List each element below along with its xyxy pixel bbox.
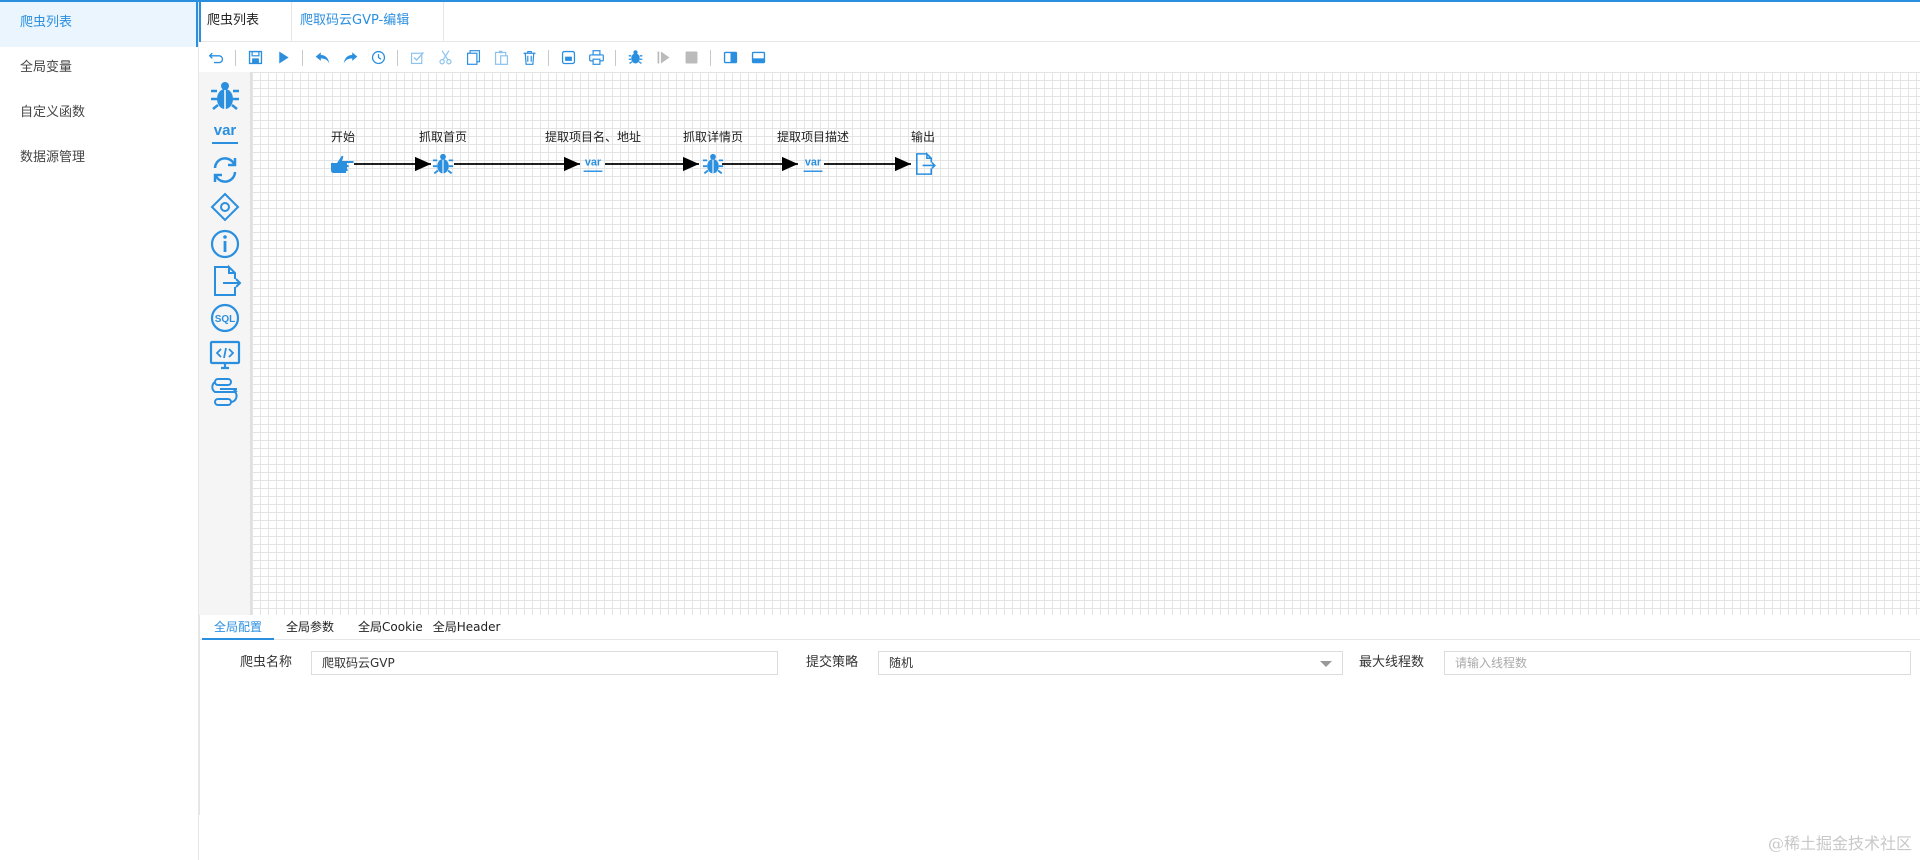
- sidebar-item-custom-functions[interactable]: 自定义函数: [0, 92, 198, 137]
- toolbar-separator: [548, 49, 549, 66]
- tab-global-header[interactable]: 全局Header: [427, 615, 513, 640]
- code-icon[interactable]: [207, 337, 243, 373]
- tab-global-config[interactable]: 全局配置: [202, 615, 275, 640]
- spider-name-label: 爬虫名称: [240, 655, 293, 670]
- sidebar-item-spider-list[interactable]: 爬虫列表: [0, 2, 198, 47]
- var-icon[interactable]: var: [207, 115, 243, 151]
- start-hand-icon[interactable]: [329, 151, 355, 177]
- watermark: @稀土掘金技术社区: [1767, 834, 1912, 853]
- cut-icon[interactable]: [434, 47, 456, 69]
- spider-icon[interactable]: [207, 78, 243, 114]
- toolbar: [199, 43, 1920, 72]
- strategy-select-value: 随机: [889, 656, 914, 670]
- flow-diagram: 开始 抓取首页 提取项目名、地址 var 抓取详情页 提取项目描述 var 输出: [251, 72, 1051, 252]
- toolbar-separator: [235, 49, 236, 66]
- svg-text:var: var: [805, 156, 822, 168]
- editor-tabs: 爬虫列表 爬取码云GVP-编辑: [199, 2, 1920, 42]
- loop-icon[interactable]: [207, 152, 243, 188]
- undo-icon[interactable]: [205, 47, 227, 69]
- print-icon[interactable]: [585, 47, 607, 69]
- run-icon[interactable]: [272, 47, 294, 69]
- node-label-extract-names: 提取项目名、地址: [545, 130, 642, 144]
- sidebar: 爬虫列表 全局变量 自定义函数 数据源管理: [0, 2, 199, 860]
- condition-icon[interactable]: [207, 189, 243, 225]
- debug-icon[interactable]: [624, 47, 646, 69]
- node-label-fetch-home: 抓取首页: [419, 130, 468, 144]
- toolbar-separator: [302, 49, 303, 66]
- tab-spider-list[interactable]: 爬虫列表: [199, 2, 292, 42]
- toolbar-separator: [397, 49, 398, 66]
- node-label-extract-desc: 提取项目描述: [777, 130, 850, 144]
- tab-edit-gvp[interactable]: 爬取码云GVP-编辑: [292, 2, 444, 42]
- save-icon[interactable]: [244, 47, 266, 69]
- svg-text:SQL: SQL: [215, 314, 236, 325]
- spider-icon[interactable]: [700, 151, 726, 177]
- properties-panel: 全局配置 全局参数 全局Cookie 全局Header 爬虫名称 爬取码云GVP…: [199, 615, 1920, 815]
- node-label-fetch-detail: 抓取详情页: [683, 130, 744, 144]
- select-icon[interactable]: [406, 47, 428, 69]
- svg-text:var: var: [214, 122, 237, 139]
- info-icon[interactable]: [207, 226, 243, 262]
- sidebar-item-global-vars[interactable]: 全局变量: [0, 47, 198, 92]
- node-label-output: 输出: [911, 130, 936, 144]
- spider-name-field[interactable]: 爬取码云GVP: [311, 651, 778, 675]
- sidebar-item-datasource[interactable]: 数据源管理: [0, 137, 198, 182]
- forward-icon[interactable]: [339, 47, 361, 69]
- toolbar-separator: [710, 49, 711, 66]
- svg-text:var: var: [585, 156, 602, 168]
- properties-tabs: 全局配置 全局参数 全局Cookie 全局Header: [200, 615, 1920, 640]
- max-threads-field[interactable]: 请输入线程数: [1444, 651, 1911, 675]
- stop-icon[interactable]: [680, 47, 702, 69]
- var-icon[interactable]: var: [800, 151, 826, 177]
- back-icon[interactable]: [311, 47, 333, 69]
- sql-icon[interactable]: SQL: [207, 300, 243, 336]
- paste-icon[interactable]: [490, 47, 512, 69]
- step-icon[interactable]: [652, 47, 674, 69]
- global-config-form: 爬虫名称 爬取码云GVP 提交策略 随机 最大线程数 请输入线程数: [200, 651, 1920, 677]
- strategy-label: 提交策略: [806, 655, 859, 670]
- output-icon[interactable]: [207, 263, 243, 299]
- spider-icon[interactable]: [430, 151, 456, 177]
- split-left-icon[interactable]: [719, 47, 741, 69]
- strategy-select[interactable]: 随机: [878, 651, 1343, 675]
- node-palette: var SQL: [199, 72, 251, 615]
- history-icon[interactable]: [367, 47, 389, 69]
- chevron-down-icon: [1320, 661, 1332, 667]
- max-threads-label: 最大线程数: [1359, 655, 1425, 670]
- tab-global-params[interactable]: 全局参数: [274, 615, 346, 640]
- toolbar-separator: [615, 49, 616, 66]
- output-icon[interactable]: [911, 151, 937, 177]
- export-icon[interactable]: [557, 47, 579, 69]
- subprocess-icon[interactable]: [207, 374, 243, 410]
- var-icon[interactable]: var: [580, 151, 606, 177]
- delete-icon[interactable]: [518, 47, 540, 69]
- split-bottom-icon[interactable]: [747, 47, 769, 69]
- node-label-start: 开始: [331, 130, 356, 144]
- copy-icon[interactable]: [462, 47, 484, 69]
- tab-global-cookie[interactable]: 全局Cookie: [346, 615, 427, 640]
